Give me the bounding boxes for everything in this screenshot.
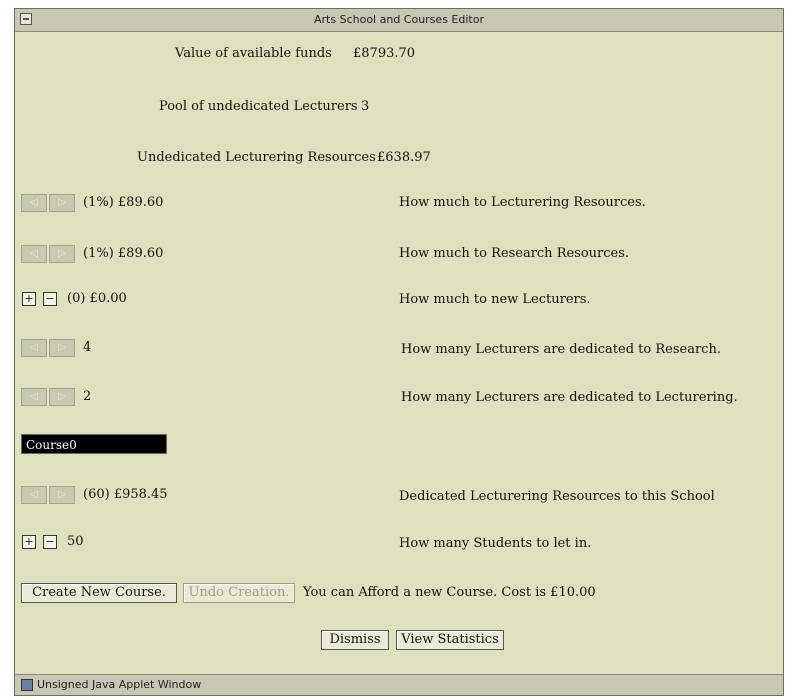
- students-minus-button[interactable]: −: [43, 535, 57, 549]
- funds-label: Value of available funds: [175, 46, 332, 61]
- status-bar: Unsigned Java Applet Window: [15, 674, 783, 695]
- undedicated-value: £638.97: [377, 150, 431, 165]
- lect-res-value: (1%) £89.60: [83, 195, 164, 210]
- pool-label: Pool of undedicated Lecturers: [159, 99, 358, 114]
- lect-res-desc: How much to Lecturering Resources.: [399, 195, 646, 210]
- view-statistics-button[interactable]: View Statistics: [396, 630, 504, 650]
- afford-message: You can Afford a new Course. Cost is £10…: [303, 585, 596, 600]
- arrow-left-icon[interactable]: ◁: [21, 486, 47, 504]
- course-name-input[interactable]: Course0: [21, 434, 167, 454]
- lect-research-scroller[interactable]: ◁ ▷: [21, 339, 77, 357]
- arrow-right-icon[interactable]: ▷: [49, 339, 75, 357]
- dismiss-button[interactable]: Dismiss: [321, 630, 389, 650]
- students-value: 50: [67, 534, 84, 549]
- funds-value: £8793.70: [353, 46, 416, 61]
- pool-value: 3: [361, 99, 370, 114]
- window-title: Arts School and Courses Editor: [314, 13, 484, 26]
- dedicated-desc: Dedicated Lecturering Resources to this …: [399, 489, 715, 504]
- title-bar: Arts School and Courses Editor: [15, 9, 783, 32]
- new-lect-value: (0) £0.00: [67, 291, 127, 306]
- lect-lect-scroller[interactable]: ◁ ▷: [21, 388, 77, 406]
- students-plus-button[interactable]: +: [22, 535, 36, 549]
- lect-research-desc: How many Lecturers are dedicated to Rese…: [401, 342, 721, 357]
- lect-res-scroller[interactable]: ◁ ▷: [21, 194, 77, 212]
- arrow-left-icon[interactable]: ◁: [21, 339, 47, 357]
- status-text: Unsigned Java Applet Window: [37, 678, 202, 691]
- dedicated-value: (60) £958.45: [83, 487, 168, 502]
- lect-lect-value: 2: [83, 389, 92, 404]
- dedicated-scroller[interactable]: ◁ ▷: [21, 486, 77, 504]
- new-lect-minus-button[interactable]: −: [43, 292, 57, 306]
- create-course-button[interactable]: Create New Course.: [21, 583, 177, 603]
- arrow-right-icon[interactable]: ▷: [49, 194, 75, 212]
- students-desc: How many Students to let in.: [399, 536, 592, 551]
- java-applet-icon: [21, 679, 33, 691]
- lect-lect-desc: How many Lecturers are dedicated to Lect…: [401, 390, 738, 405]
- undo-creation-button[interactable]: Undo Creation.: [183, 583, 295, 603]
- arrow-left-icon[interactable]: ◁: [21, 245, 47, 263]
- new-lect-desc: How much to new Lecturers.: [399, 292, 591, 307]
- arrow-left-icon[interactable]: ◁: [21, 194, 47, 212]
- undedicated-label: Undedicated Lecturering Resources: [137, 150, 376, 165]
- research-res-value: (1%) £89.60: [83, 246, 164, 261]
- research-res-scroller[interactable]: ◁ ▷: [21, 245, 77, 263]
- research-res-desc: How much to Research Resources.: [399, 246, 630, 261]
- editor-window: Arts School and Courses Editor Value of …: [14, 8, 784, 696]
- arrow-left-icon[interactable]: ◁: [21, 388, 47, 406]
- arrow-right-icon[interactable]: ▷: [49, 486, 75, 504]
- arrow-right-icon[interactable]: ▷: [49, 245, 75, 263]
- new-lect-plus-button[interactable]: +: [22, 292, 36, 306]
- lect-research-value: 4: [83, 340, 92, 355]
- arrow-right-icon[interactable]: ▷: [49, 388, 75, 406]
